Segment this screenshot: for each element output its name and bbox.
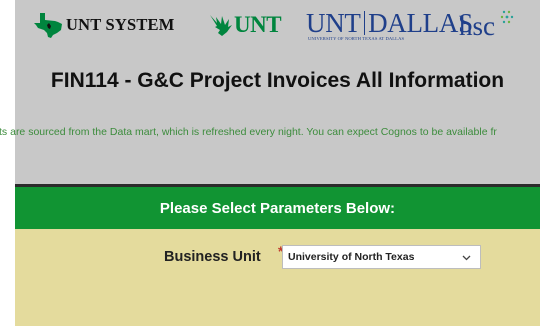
eagle-icon xyxy=(210,15,232,36)
logo-separator xyxy=(363,11,366,35)
page-title: FIN114 - G&C Project Invoices All Inform… xyxy=(50,69,505,92)
unt-system-logo[interactable]: UNT SYSTEM xyxy=(33,12,175,38)
unt-system-wordmark: UNT SYSTEM xyxy=(66,15,175,34)
business-unit-value: University of North Texas xyxy=(288,251,415,263)
parameters-panel: Business Unit * University of North Texa… xyxy=(15,229,540,326)
data-refresh-notice: eports are sourced from the Data mart, w… xyxy=(0,122,525,144)
unt-dallas-right: DALLAS xyxy=(368,8,473,38)
parameters-header: Please Select Parameters Below: xyxy=(15,187,540,229)
header-panel: UNT SYSTEM UNT UNT DALLAS UNIVERSITY OF N… xyxy=(15,0,540,184)
logo-bar: UNT SYSTEM UNT UNT DALLAS UNIVERSITY OF N… xyxy=(15,0,540,60)
dots-icon xyxy=(500,10,514,24)
parameters-header-text: Please Select Parameters Below: xyxy=(159,199,396,217)
unt-dallas-left: UNT xyxy=(306,8,361,38)
unt-dallas-logo[interactable]: UNT DALLAS UNIVERSITY OF NORTH TEXAS AT D… xyxy=(306,8,473,41)
texas-map-icon xyxy=(34,13,62,38)
hsc-logo[interactable]: hsc xyxy=(459,10,514,41)
notice-text: eports are sourced from the Data mart, w… xyxy=(0,126,497,138)
business-unit-label: Business Unit xyxy=(164,249,261,265)
unt-wordmark: UNT xyxy=(234,12,282,37)
business-unit-select[interactable]: University of North Texas xyxy=(282,245,481,269)
chevron-down-icon[interactable] xyxy=(462,253,471,262)
unt-logo[interactable]: UNT xyxy=(209,12,282,38)
hsc-wordmark: hsc xyxy=(459,11,495,41)
